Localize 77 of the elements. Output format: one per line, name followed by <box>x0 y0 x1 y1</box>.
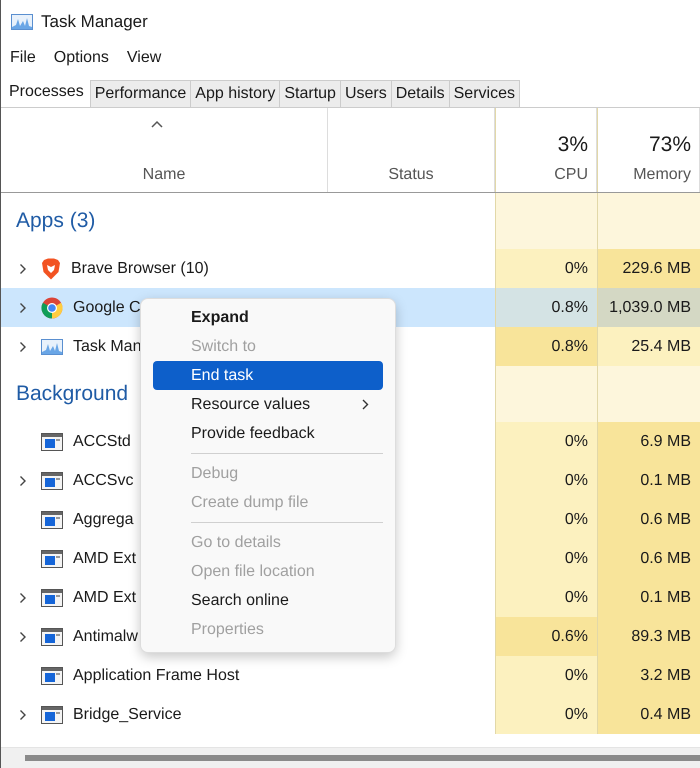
lion-shield-icon <box>41 258 61 280</box>
memory-cell: 3.2 MB <box>597 656 700 695</box>
cpu-cell: 0% <box>495 249 597 288</box>
task-manager-icon <box>11 14 33 30</box>
process-name[interactable]: Antimalw <box>73 628 138 646</box>
memory-cell: 0.1 MB <box>597 461 700 500</box>
memory-cell: 0.1 MB <box>597 578 700 617</box>
cpu-cell: 0% <box>495 578 597 617</box>
window-icon <box>41 510 63 528</box>
memory-cell: 0.4 MB <box>597 695 700 734</box>
process-name[interactable]: Application Frame Host <box>73 666 240 684</box>
context-menu-item[interactable]: End task <box>153 361 383 390</box>
tab[interactable]: Startup <box>279 80 341 107</box>
cpu-cell: 0.8% <box>495 327 597 366</box>
process-name[interactable]: AMD Ext <box>73 550 136 568</box>
process-name[interactable]: Task Man <box>73 338 142 356</box>
window-icon <box>41 550 63 568</box>
cpu-cell: 0.8% <box>495 288 597 327</box>
memory-usage-total: 73% <box>648 133 691 157</box>
tab[interactable]: Users <box>340 80 392 107</box>
window-icon <box>41 706 63 724</box>
memory-cell: 229.6 MB <box>597 249 700 288</box>
window-icon <box>41 472 63 490</box>
process-name[interactable]: Bridge_Service <box>73 706 182 724</box>
process-name[interactable]: Google C <box>73 298 141 316</box>
window-icon <box>41 628 63 646</box>
window-icon <box>41 432 63 450</box>
menu-item[interactable]: File <box>3 47 43 69</box>
tab[interactable]: Performance <box>90 80 192 107</box>
memory-cell: 25.4 MB <box>597 327 700 366</box>
expand-chevron-icon[interactable] <box>19 592 27 604</box>
process-name[interactable]: Aggrega <box>73 510 134 528</box>
column-header[interactable]: Status <box>336 166 486 184</box>
cpu-cell: 0% <box>495 656 597 695</box>
cpu-cell: 0% <box>495 500 597 539</box>
context-menu-item[interactable]: Search online <box>153 586 383 615</box>
menu-item[interactable]: Options <box>46 47 116 69</box>
window-icon <box>41 666 63 684</box>
window-title: Task Manager <box>41 12 148 32</box>
task-manager-icon <box>41 338 63 354</box>
scrollbar-thumb[interactable] <box>25 755 700 761</box>
context-menu-item[interactable]: Resource values <box>153 390 383 419</box>
expand-chevron-icon[interactable] <box>19 708 27 720</box>
cpu-cell: 0% <box>495 461 597 500</box>
cpu-cell: 0% <box>495 539 597 578</box>
cpu-usage-total: 3% <box>558 133 588 157</box>
expand-chevron-icon[interactable] <box>19 630 27 642</box>
expand-chevron-icon[interactable] <box>19 262 27 274</box>
group-heading: Background <box>16 382 128 406</box>
column-header[interactable]: CPU <box>554 166 588 184</box>
context-menu-item[interactable]: Expand <box>153 303 383 332</box>
tab[interactable]: App history <box>190 80 280 107</box>
cpu-cell: 0% <box>495 422 597 461</box>
memory-cell: 0.6 MB <box>597 500 700 539</box>
expand-chevron-icon[interactable] <box>19 474 27 486</box>
sort-caret-icon <box>151 120 163 128</box>
process-name[interactable]: Brave Browser (10) <box>71 260 209 278</box>
process-name[interactable]: ACCSvc <box>73 472 134 490</box>
cpu-cell: 0.6% <box>495 617 597 656</box>
expand-chevron-icon[interactable] <box>19 302 27 314</box>
memory-cell: 89.3 MB <box>597 617 700 656</box>
memory-cell: 1,039.0 MB <box>597 288 700 327</box>
window-icon <box>41 588 63 606</box>
group-heading: Apps (3) <box>16 209 96 233</box>
chrome-icon <box>41 296 63 318</box>
column-header[interactable]: Name <box>9 166 319 184</box>
expand-chevron-icon[interactable] <box>19 340 27 352</box>
process-name[interactable]: AMD Ext <box>73 588 136 606</box>
memory-cell: 0.6 MB <box>597 539 700 578</box>
context-menu-item[interactable]: Provide feedback <box>153 419 383 448</box>
tab[interactable]: Services <box>448 80 520 107</box>
process-name[interactable]: ACCStd <box>73 432 131 450</box>
memory-cell: 6.9 MB <box>597 422 700 461</box>
cpu-cell: 0% <box>495 695 597 734</box>
tab[interactable]: Details <box>390 80 450 107</box>
menu-item[interactable]: View <box>120 47 168 69</box>
column-header[interactable]: Memory <box>633 166 691 184</box>
